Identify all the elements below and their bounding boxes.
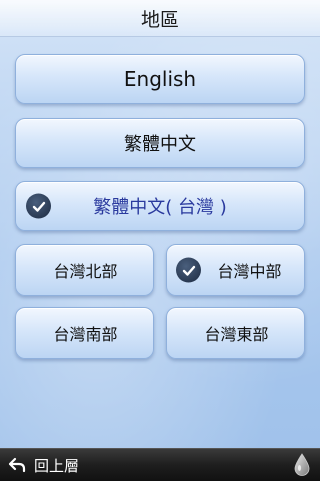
region-central-label: 台灣中部 [217, 262, 282, 281]
back-arrow-icon [8, 457, 26, 473]
back-button-label: 回上層 [34, 456, 80, 475]
traditional-chinese-label: 繁體中文 [124, 134, 196, 155]
water-drop-icon[interactable] [294, 453, 310, 477]
region-east-label: 台灣東部 [204, 325, 269, 344]
english-label: English [123, 67, 197, 91]
title-bar: 地區 [0, 0, 320, 37]
traditional-chinese-button[interactable]: 繁體中文 [15, 118, 305, 168]
region-north-label: 台灣北部 [53, 262, 118, 281]
check-icon [176, 257, 201, 283]
region-south-label: 台灣南部 [53, 325, 118, 344]
region-east-button[interactable]: 台灣東部 [166, 307, 305, 359]
traditional-chinese-taiwan-button[interactable]: 繁體中文( 台灣 ) [15, 181, 305, 231]
back-button[interactable]: 回上層 [8, 449, 79, 481]
traditional-chinese-taiwan-label: 繁體中文( 台灣 ) [93, 197, 227, 218]
page-title: 地區 [140, 8, 179, 31]
bottom-toolbar: 回上層 [0, 448, 320, 481]
region-south-button[interactable]: 台灣南部 [15, 307, 154, 359]
region-north-button[interactable]: 台灣北部 [15, 244, 154, 296]
check-icon [26, 193, 51, 219]
region-central-button[interactable]: 台灣中部 [166, 244, 305, 296]
english-button[interactable]: English [15, 54, 305, 104]
